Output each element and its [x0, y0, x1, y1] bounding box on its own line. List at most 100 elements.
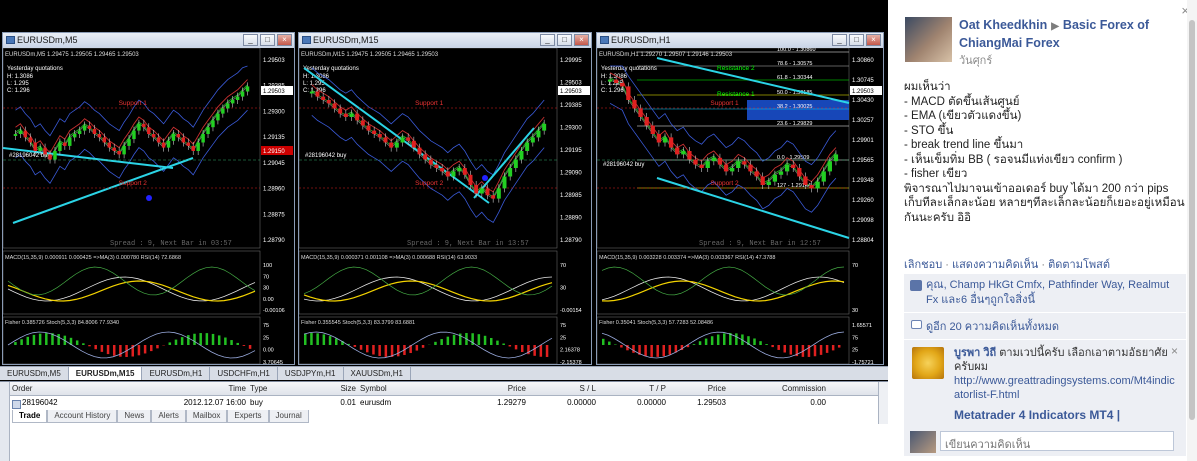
fisher-bar: [783, 345, 786, 353]
maximize-button[interactable]: □: [557, 34, 572, 46]
close-button[interactable]: ×: [574, 34, 589, 46]
fisher-bar: [242, 345, 246, 346]
column-header[interactable]: Order: [12, 382, 90, 395]
price-chart[interactable]: EURUSDm,H1 1.29270 1.29507 1.29146 1.295…: [597, 48, 883, 364]
maximize-button[interactable]: □: [260, 34, 275, 46]
chart-window-title[interactable]: EURUSDm,M5 _ □ ×: [3, 33, 294, 48]
column-header[interactable]: Size: [310, 382, 360, 395]
view-more-comments[interactable]: ดูอีก 20 ความคิดเห็นทั้งหมด: [904, 313, 1186, 340]
bear-candle: [87, 125, 92, 129]
fisher-label: Fisher 0.355545 Stoch(5,3,3) 83.3799 83.…: [301, 320, 415, 326]
bull-candle: [201, 134, 205, 143]
comment-bubble-icon: [911, 320, 922, 329]
price-tick-label: 1.29135: [263, 135, 285, 141]
bear-candle: [693, 159, 698, 165]
fisher-bar: [174, 339, 178, 345]
maximize-button[interactable]: □: [849, 34, 864, 46]
chart-window[interactable]: EURUSDm,M5 _ □ × EURUSDm,M5 1.29475 1.29505 …: [2, 32, 295, 365]
chart-tab[interactable]: USDCHFm,H1: [210, 367, 278, 380]
column-header[interactable]: Symbol: [360, 382, 440, 395]
commenter-avatar[interactable]: [912, 347, 944, 379]
likes-text[interactable]: คุณ, Champ HkGt Cmfx, Pathfinder Way, Re…: [926, 279, 1169, 306]
column-header[interactable]: Type: [250, 382, 310, 395]
terminal-tab[interactable]: Journal: [268, 410, 309, 423]
column-header[interactable]: Time: [90, 382, 250, 395]
column-header[interactable]: Commission: [730, 382, 830, 395]
fisher-bar: [94, 345, 97, 350]
close-button[interactable]: ×: [866, 34, 881, 46]
table-row[interactable]: 28196042 2012.12.07 16:00 buy 0.01 eurusdm 1.…: [0, 396, 888, 410]
author-name[interactable]: Oat Kheedkhin: [959, 18, 1047, 32]
terminal-tab[interactable]: News: [117, 410, 152, 423]
post-actions: เลิกชอบ · แสดงความคิดเห็น · ติดตามโพสต์: [904, 259, 1110, 271]
support2-label: Support 2: [415, 180, 444, 187]
fisher-bar: [735, 333, 738, 345]
fisher-bar: [440, 339, 443, 345]
fisher-bar: [224, 337, 227, 345]
bull-candle: [122, 145, 126, 155]
comment-input[interactable]: เขียนความคิดเห็น: [940, 431, 1174, 451]
bear-candle: [620, 83, 625, 87]
fisher-bar: [230, 340, 233, 345]
close-button[interactable]: ×: [277, 34, 292, 46]
order-label: #28196042 buy: [305, 153, 346, 159]
terminal-tab[interactable]: Mailbox: [185, 410, 228, 423]
terminal-side-bar: [0, 382, 10, 461]
chart-window[interactable]: EURUSDm,H1 _ □ × EURUSDm,H1 1.29270 1.29507 …: [596, 32, 884, 365]
bull-candle: [479, 188, 484, 194]
terminal-tab[interactable]: Trade: [12, 410, 48, 423]
chart-window[interactable]: EURUSDm,M15 _ □ × EURUSDm,M15 1.29475 1.2950…: [298, 32, 592, 365]
bull-candle: [833, 154, 839, 162]
unlike-link[interactable]: เลิกชอบ: [904, 259, 942, 271]
minimize-button[interactable]: _: [243, 34, 258, 46]
terminal-tab[interactable]: Experts: [227, 410, 269, 423]
comment-link[interactable]: แสดงความคิดเห็น: [952, 259, 1038, 271]
close-icon[interactable]: ×: [1171, 344, 1178, 358]
minimize-button[interactable]: _: [832, 34, 847, 46]
bear-candle: [485, 188, 490, 196]
chart-window-title[interactable]: EURUSDm,H1 _ □ ×: [597, 33, 883, 48]
terminal-tab[interactable]: Account History: [47, 410, 118, 423]
column-header[interactable]: Price: [670, 382, 730, 395]
arrow-right-icon: ▶: [1051, 21, 1059, 32]
feedback-box: คุณ, Champ HkGt Cmfx, Pathfinder Way, Re…: [904, 274, 1186, 430]
post-line: - fisher เขียว: [904, 168, 968, 180]
column-header[interactable]: Price: [440, 382, 530, 395]
fisher-bar: [366, 345, 369, 353]
chart-tab[interactable]: EURUSDm,M5: [0, 367, 69, 380]
macd-level-label: 100: [263, 263, 272, 269]
chart-tab[interactable]: EURUSDm,M15: [68, 367, 143, 380]
column-header[interactable]: S / L: [530, 382, 600, 395]
fisher-bar: [143, 345, 147, 354]
support1-label: Support 1: [415, 100, 444, 107]
chart-tab[interactable]: EURUSDm,H1: [142, 367, 211, 380]
chart-header-text: EURUSDm,H1 1.29270 1.29507 1.29146 1.295…: [599, 52, 733, 58]
post-timestamp[interactable]: วันศุกร์: [959, 51, 992, 69]
chart-tab[interactable]: XAUUSDm,H1: [344, 367, 411, 380]
price-tick-label: 1.30745: [852, 78, 874, 84]
fisher-bar: [452, 334, 456, 345]
terminal-tab[interactable]: Alerts: [151, 410, 186, 423]
bear-candle: [372, 130, 377, 134]
bull-candle: [711, 157, 716, 162]
author-avatar[interactable]: [905, 17, 952, 62]
more-comments-link[interactable]: ดูอีก 20 ความคิดเห็นทั้งหมด: [926, 321, 1059, 333]
comment-link-url[interactable]: http://www.greattradingsystems.com/Mt4in…: [954, 374, 1180, 402]
thumbs-up-icon: [910, 280, 922, 291]
scrollbar-thumb[interactable]: [1189, 20, 1195, 420]
commenter-name[interactable]: บูรพา วิถี: [954, 347, 996, 359]
chart-tab[interactable]: USDJPYm,H1: [278, 367, 344, 380]
follow-post-link[interactable]: ติดตามโพสต์: [1048, 259, 1110, 271]
fisher-bar: [490, 337, 493, 345]
scrollbar[interactable]: [1187, 0, 1197, 461]
minimize-button[interactable]: _: [540, 34, 555, 46]
link-preview-title[interactable]: Metatrader 4 Indicators MT4 |: [954, 408, 1180, 422]
chart-title-text: EURUSDm,H1: [611, 35, 671, 45]
price-chart[interactable]: EURUSDm,M5 1.29475 1.29505 1.29465 1.295…: [3, 48, 294, 364]
terminal-scrollbar[interactable]: [878, 382, 888, 424]
price-chart[interactable]: EURUSDm,M15 1.29475 1.29505 1.29465 1.29…: [299, 48, 591, 364]
chart-window-title[interactable]: EURUSDm,M15 _ □ ×: [299, 33, 591, 48]
bear-candle: [377, 134, 382, 138]
bear-candle: [102, 137, 107, 143]
column-header[interactable]: T / P: [600, 382, 670, 395]
